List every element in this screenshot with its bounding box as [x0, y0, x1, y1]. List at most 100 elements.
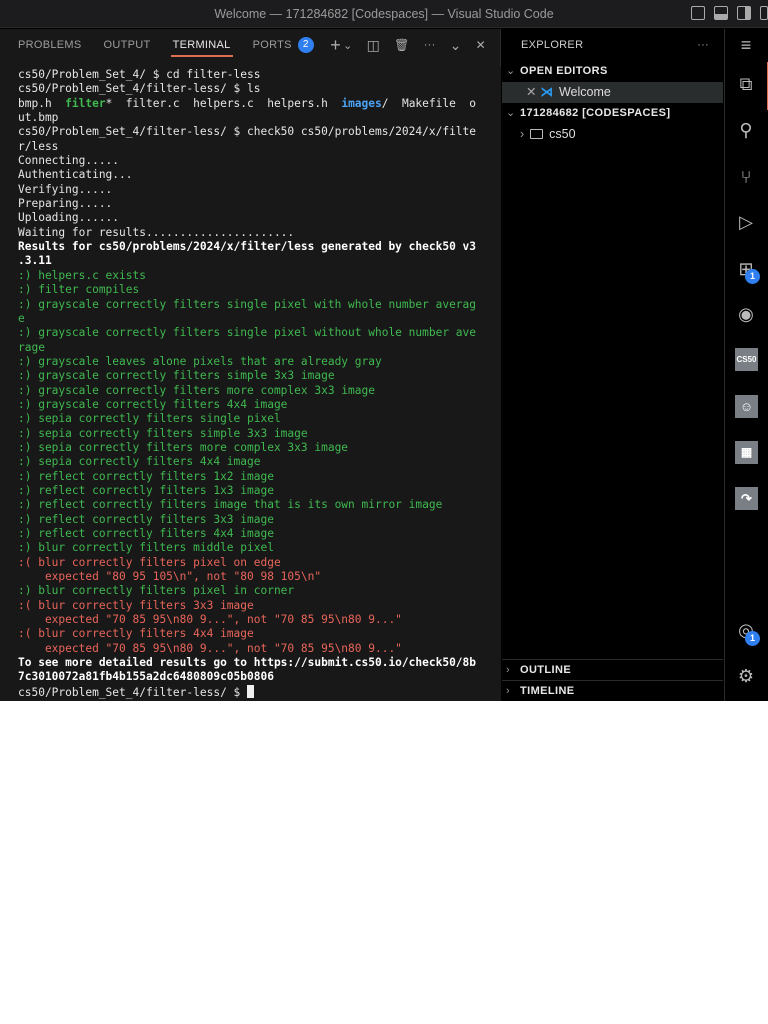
extensions-badge: 1	[745, 269, 760, 284]
customize-layout-icon[interactable]	[760, 6, 768, 20]
terminal-line: cs50/Problem_Set_4/filter-less/ $ ls	[18, 82, 501, 96]
terminal-line: cs50/Problem_Set_4/filter-less/ $	[18, 684, 501, 700]
tab-ports[interactable]: PORTS 2	[253, 29, 314, 67]
source-control-icon[interactable]: ⑂	[735, 166, 757, 188]
terminal-text: Waiting for results.....................…	[18, 225, 295, 239]
live-share-icon[interactable]: ↷	[735, 487, 758, 510]
terminal-text: :) sepia correctly filters single pixel	[18, 412, 281, 426]
github-icon[interactable]: ◉	[735, 303, 757, 325]
terminal-line: :( blur correctly filters pixel on edge	[18, 556, 501, 570]
terminal-text: Results for cs50/problems/2024/x/filter/…	[18, 240, 477, 254]
terminal-profile-dropdown-icon[interactable]: ⌄	[343, 39, 353, 52]
explorer-title: EXPLORER	[521, 39, 584, 51]
terminal-text: :( blur correctly filters 3x3 image	[18, 598, 254, 612]
terminal-text: :) sepia correctly filters simple 3x3 im…	[18, 426, 308, 440]
terminal-line: expected "80 95 105\n", not "80 98 105\n…	[18, 570, 501, 584]
terminal-line: :) sepia correctly filters simple 3x3 im…	[18, 427, 501, 441]
close-panel-icon[interactable]: ✕	[476, 38, 486, 52]
open-editors-section[interactable]: ⌄ OPEN EDITORS	[502, 61, 723, 82]
terminal-line: :) reflect correctly filters 3x3 image	[18, 513, 501, 527]
ports-badge: 2	[297, 37, 314, 53]
panel-tabs: PROBLEMS OUTPUT TERMINAL PORTS 2 + ⌄ ◫ 🗑 …	[0, 29, 500, 67]
terminal-text: ut.bmp	[18, 111, 59, 125]
terminal-line: To see more detailed results go to https…	[18, 656, 501, 670]
maximize-panel-icon[interactable]: ⌄	[450, 37, 462, 54]
terminal-text: cs50/Problem_Set_4/filter-less/ $	[18, 685, 248, 699]
terminal-line: Uploading......	[18, 211, 501, 225]
outline-label: OUTLINE	[520, 664, 572, 676]
folder-icon	[530, 129, 544, 139]
terminal-line: :) grayscale correctly filters simple 3x…	[18, 369, 501, 383]
terminal-line: e	[18, 312, 501, 326]
workspace-section[interactable]: ⌄ 171284682 [CODESPACES]	[502, 103, 723, 124]
split-terminal-icon[interactable]: ◫	[367, 37, 381, 54]
terminal-text: :) helpers.c exists	[18, 268, 146, 282]
terminal-line: expected "70 85 95\n80 9...", not "70 85…	[18, 642, 501, 656]
terminal-line: :) filter compiles	[18, 283, 501, 297]
terminal-line: :) sepia correctly filters single pixel	[18, 412, 501, 426]
terminal-text: Verifying.....	[18, 182, 113, 196]
vscode-logo-icon: ⋊	[540, 85, 553, 99]
open-editor-welcome[interactable]: ✕ ⋊ Welcome	[502, 82, 723, 103]
explorer-icon[interactable]: ⧉	[735, 73, 757, 95]
folder-label: cs50	[549, 127, 576, 141]
activity-bar: ≡ ⧉ ⚲ ⑂ ▷ ⊞ 1 ◉ CS50 ☺ ▦ ↷ ◎ 1 ⚙	[724, 29, 768, 701]
terminal-text: :) blur correctly filters middle pixel	[18, 541, 274, 555]
terminal-line: :) reflect correctly filters 4x4 image	[18, 527, 501, 541]
terminal-output[interactable]: cs50/Problem_Set_4/ $ cd filter-less cs50…	[0, 67, 501, 701]
more-actions-icon[interactable]: ···	[424, 39, 436, 51]
terminal-text: :) grayscale leaves alone pixels that ar…	[18, 354, 382, 368]
terminal-text: expected "70 85 95\n80 9...", not "70 85…	[18, 613, 402, 627]
terminal-line: cs50/Problem_Set_4/filter-less/ $ check5…	[18, 125, 501, 139]
toggle-secondary-sidebar-icon[interactable]	[737, 6, 751, 20]
chevron-down-icon: ⌄	[506, 65, 516, 77]
terminal-text: :) reflect correctly filters image that …	[18, 498, 443, 512]
timeline-label: TIMELINE	[520, 685, 575, 697]
tab-ports-label: PORTS	[252, 39, 292, 51]
terminal-text: :) grayscale correctly filters 4x4 image	[18, 397, 288, 411]
terminal-text: :) reflect correctly filters 4x4 image	[18, 527, 274, 540]
terminal-text: Uploading......	[18, 211, 120, 225]
terminal-text: :) sepia correctly filters more complex …	[18, 440, 349, 454]
kill-terminal-icon[interactable]: 🗑	[394, 38, 410, 52]
terminal-text: e	[18, 311, 25, 325]
settings-gear-icon[interactable]: ⚙	[735, 665, 757, 687]
terminal-text: / Makefile o	[381, 96, 477, 110]
terminal-text: :) reflect correctly filters 1x2 image	[18, 469, 274, 483]
open-editor-label: Welcome	[558, 85, 611, 99]
title-bar: Welcome — 171284682 [Codespaces] — Visua…	[0, 0, 768, 28]
new-terminal-icon[interactable]: +	[330, 35, 341, 56]
search-icon[interactable]: ⚲	[735, 119, 757, 141]
chevron-right-icon: ›	[520, 127, 525, 141]
terminal-line: .3.11	[18, 254, 501, 268]
toggle-panel-icon[interactable]	[714, 6, 728, 20]
terminal-line: :) blur correctly filters middle pixel	[18, 541, 501, 555]
timeline-section[interactable]: › TIMELINE	[502, 680, 723, 701]
tab-output[interactable]: OUTPUT	[104, 29, 151, 67]
terminal-line: :( blur correctly filters 3x3 image	[18, 599, 501, 613]
terminal-line: :) grayscale correctly filters more comp…	[18, 384, 501, 398]
terminal-text: Preparing.....	[18, 197, 113, 211]
explorer-header: EXPLORER ···	[502, 29, 723, 61]
terminal-line: 7c3010072a81fb4b155a2dc6480809c05b0806	[18, 670, 501, 684]
terminal-text: :) sepia correctly filters 4x4 image	[18, 455, 261, 469]
cs50-icon[interactable]: CS50	[735, 348, 758, 371]
duck-debugger-icon[interactable]: ☺	[735, 395, 758, 418]
outline-section[interactable]: › OUTLINE	[502, 659, 723, 680]
menu-icon[interactable]: ≡	[735, 34, 757, 56]
tab-problems[interactable]: PROBLEMS	[18, 29, 82, 67]
toggle-primary-sidebar-icon[interactable]	[691, 6, 705, 20]
tab-terminal[interactable]: TERMINAL	[170, 29, 233, 67]
docker-icon[interactable]: ▦	[735, 441, 758, 464]
terminal-text: rage	[18, 340, 45, 354]
explorer-more-icon[interactable]: ···	[697, 29, 709, 61]
terminal-line: cs50/Problem_Set_4/ $ cd filter-less	[18, 68, 501, 82]
terminal-text: expected "70 85 95\n80 9...", not "70 85…	[18, 641, 402, 655]
close-icon[interactable]: ✕	[526, 85, 536, 99]
folder-cs50[interactable]: › cs50	[502, 124, 723, 145]
run-debug-icon[interactable]: ▷	[735, 211, 757, 233]
workspace-label: 171284682 [CODESPACES]	[520, 107, 671, 119]
terminal-text: :) reflect correctly filters 3x3 image	[18, 512, 274, 526]
terminal-line: Preparing.....	[18, 197, 501, 211]
panel: PROBLEMS OUTPUT TERMINAL PORTS 2 + ⌄ ◫ 🗑 …	[0, 29, 501, 701]
